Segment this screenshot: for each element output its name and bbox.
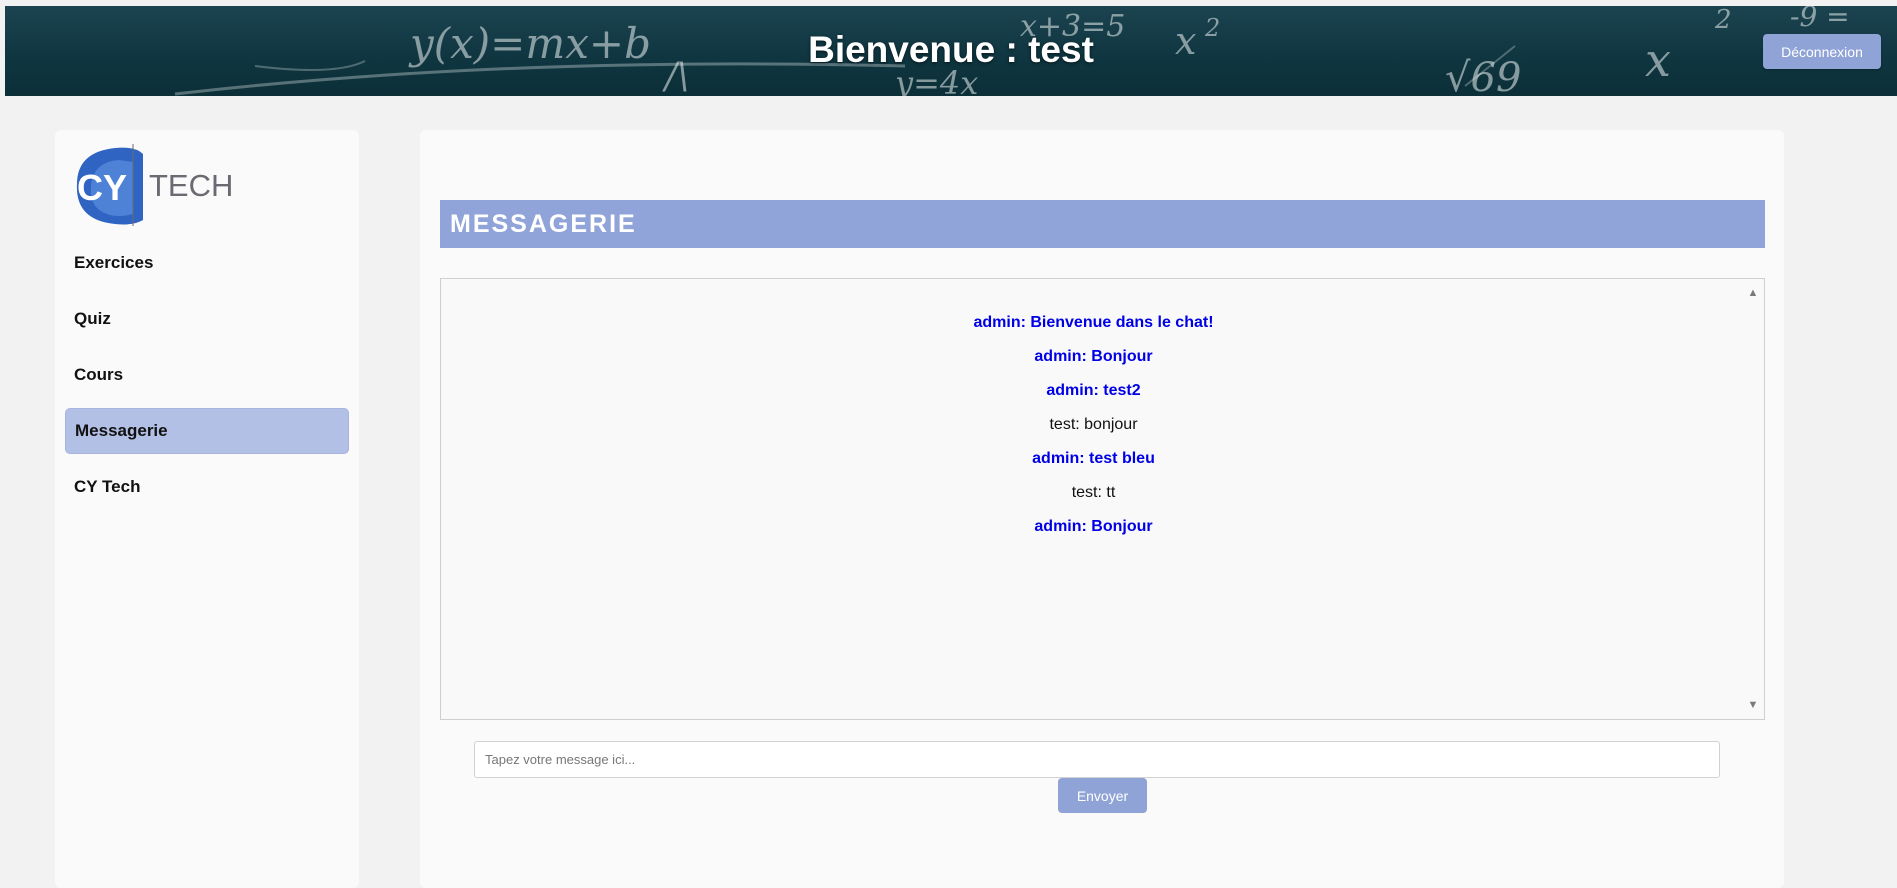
scroll-up-arrow-icon[interactable]: ▲ [1746, 287, 1760, 299]
chat-message: admin: Bonjour [1034, 348, 1153, 365]
sidebar: CY TECH Exercices Quiz Cours Messagerie … [55, 130, 359, 888]
sidebar-item-label: CY Tech [74, 477, 141, 496]
logo-text: TECH [149, 168, 234, 203]
logout-button[interactable]: Déconnexion [1763, 34, 1881, 69]
sidebar-item-label: Quiz [74, 309, 111, 328]
message-list: admin: Bienvenue dans le chat! admin: Bo… [441, 313, 1746, 551]
sidebar-item-cours[interactable]: Cours [65, 352, 349, 398]
main-panel: MESSAGERIE admin: Bienvenue dans le chat… [420, 130, 1784, 888]
send-button[interactable]: Envoyer [1058, 778, 1147, 813]
svg-text:CY: CY [77, 167, 127, 208]
sidebar-item-exercices[interactable]: Exercices [65, 240, 349, 286]
message-input[interactable] [474, 741, 1720, 778]
welcome-title: Bienvenue : test [808, 29, 1094, 70]
sidebar-item-quiz[interactable]: Quiz [65, 296, 349, 342]
sidebar-item-messagerie[interactable]: Messagerie [65, 408, 349, 454]
scroll-down-arrow-icon[interactable]: ▼ [1746, 699, 1760, 711]
chat-message: admin: test bleu [1032, 450, 1155, 467]
chat-message: admin: test2 [1046, 382, 1141, 399]
cytech-logo: CY TECH [67, 140, 237, 228]
chat-message: test: tt [1071, 484, 1116, 501]
chat-message: admin: Bienvenue dans le chat! [973, 314, 1214, 331]
cytech-logo-mark: CY [76, 144, 143, 226]
chat-message: test: bonjour [1049, 416, 1138, 433]
sidebar-item-label: Messagerie [75, 421, 168, 440]
header-banner: y(x)=mx+b /\ x+3=5 x 2 y=4x √69 x 2 -9 =… [5, 6, 1897, 96]
section-title: MESSAGERIE [440, 200, 1765, 248]
sidebar-nav: Exercices Quiz Cours Messagerie CY Tech [65, 240, 349, 520]
chat-window[interactable]: admin: Bienvenue dans le chat! admin: Bo… [440, 278, 1765, 720]
sidebar-item-label: Exercices [74, 253, 154, 272]
sidebar-item-label: Cours [74, 365, 124, 384]
sidebar-item-cytech[interactable]: CY Tech [65, 464, 349, 510]
chat-message: admin: Bonjour [1034, 518, 1153, 535]
